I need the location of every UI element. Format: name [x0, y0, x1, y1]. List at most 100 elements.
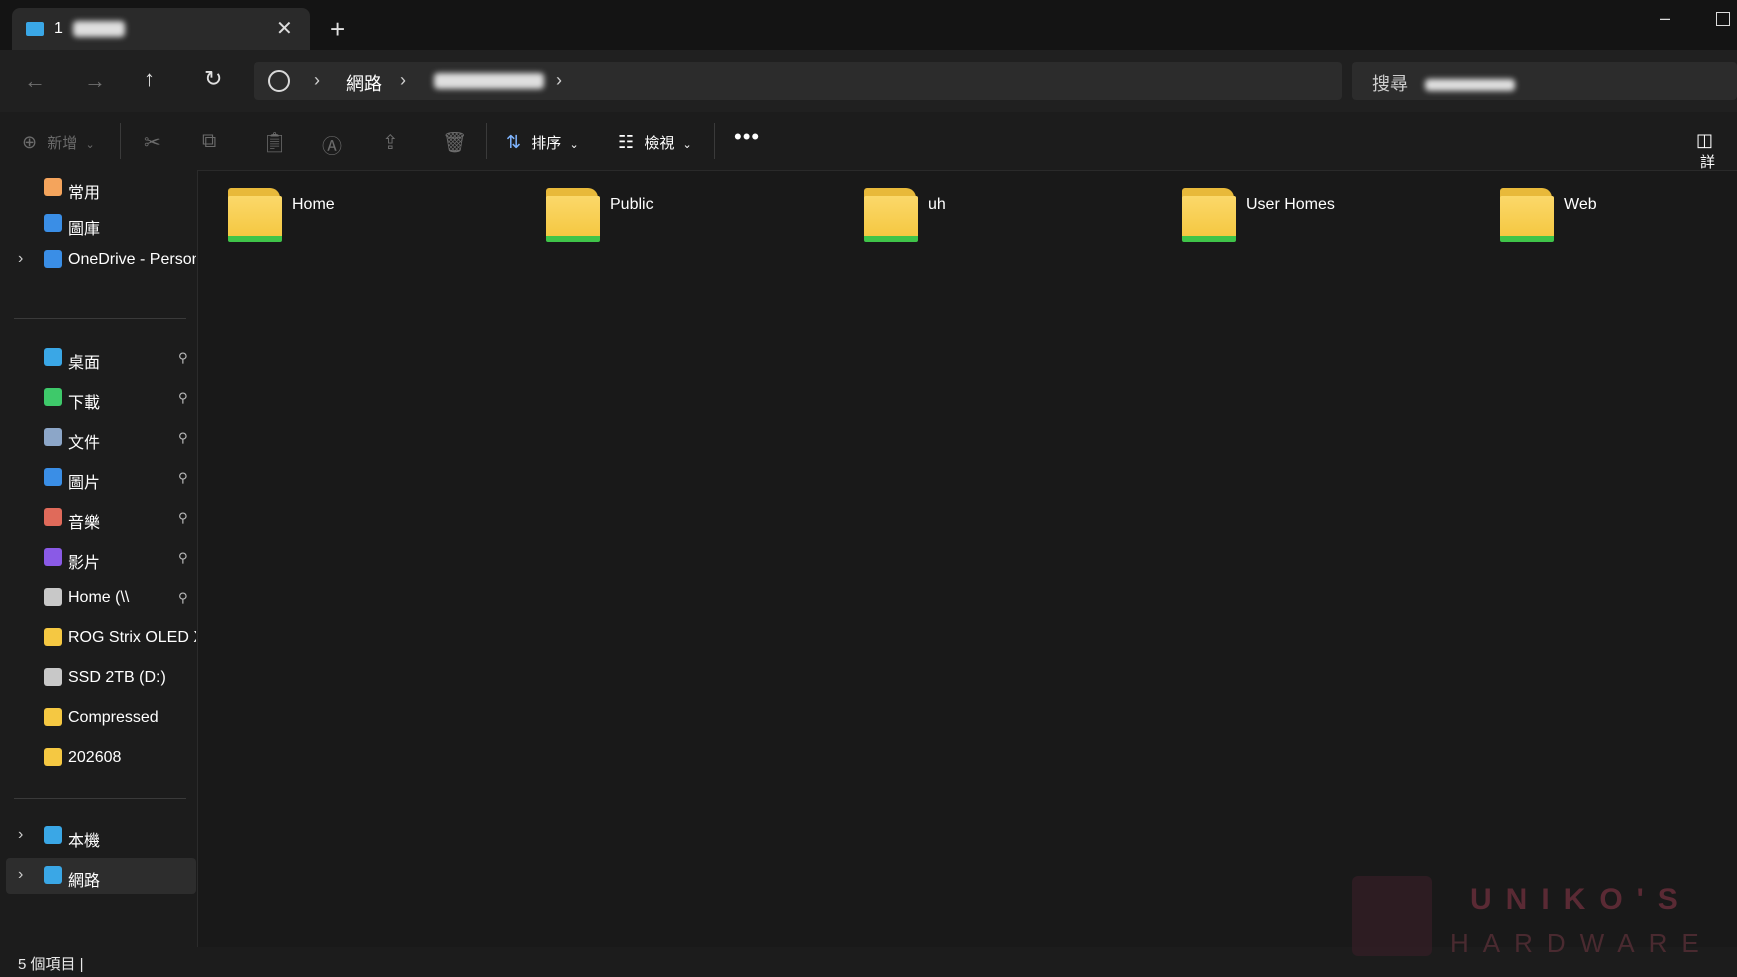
folder-item[interactable]: Web — [1500, 188, 1737, 248]
sidebar-item[interactable]: › 本機 — [0, 818, 197, 854]
sidebar-item[interactable]: 桌面 ⚲ — [0, 340, 197, 376]
sidebar-item-label: 本機 — [68, 833, 101, 850]
chevron-right-icon[interactable]: › — [556, 70, 562, 91]
chevron-down-icon: ⌄ — [682, 139, 692, 151]
minimize-button[interactable]: – — [1660, 8, 1670, 29]
sidebar-item-label: 下載 — [68, 395, 101, 412]
folder-name: User Homes — [1246, 196, 1335, 213]
network-icon — [44, 866, 62, 884]
chevron-right-icon[interactable]: › — [18, 250, 23, 268]
watermark-text: UNIKO'S — [1470, 883, 1692, 916]
divider — [14, 798, 186, 799]
paste-button[interactable]: 📋︎ — [262, 130, 287, 155]
pin-icon: ⚲ — [178, 590, 188, 605]
chevron-right-icon[interactable]: › — [400, 70, 406, 91]
rename-button[interactable]: Ⓐ — [322, 130, 342, 159]
refresh-button[interactable]: ↻ — [204, 66, 222, 92]
divider — [714, 123, 715, 159]
scissors-icon: ✂ — [144, 132, 161, 154]
up-button[interactable]: ↑ — [144, 66, 155, 92]
search-input[interactable]: 搜尋 — [1372, 70, 1516, 96]
watermark-logo — [1352, 876, 1432, 956]
plus-circle-icon: ⊕ — [22, 132, 38, 152]
sidebar-item[interactable]: › 網路 — [6, 858, 196, 894]
sidebar-item[interactable]: 常用 — [0, 170, 197, 206]
chevron-right-icon[interactable]: › — [314, 70, 320, 91]
item-count: 5 個項目 | — [18, 956, 84, 973]
sidebar-item-label: 圖庫 — [68, 221, 101, 238]
close-tab-button[interactable]: ✕ — [276, 16, 293, 41]
folder-icon — [44, 708, 62, 726]
sidebar-item[interactable]: Home (\\ ⚲ — [0, 580, 197, 616]
pin-icon: ⚲ — [178, 470, 188, 485]
this-pc-icon — [26, 22, 44, 36]
sidebar-item[interactable]: 下載 ⚲ — [0, 380, 197, 416]
sidebar-item[interactable]: 文件 ⚲ — [0, 420, 197, 456]
onedrive-icon — [44, 250, 62, 268]
sidebar-item[interactable]: 影片 ⚲ — [0, 540, 197, 576]
view-list-icon: ☷ — [618, 132, 635, 152]
drive-icon — [44, 668, 62, 686]
gallery-icon — [44, 214, 62, 232]
clipboard-icon: 📋︎ — [262, 132, 288, 154]
sidebar-item[interactable]: › OneDrive - Person — [0, 242, 197, 278]
divider — [14, 318, 186, 319]
chevron-down-icon: ⌄ — [569, 139, 579, 151]
sidebar-item-label: 202608 — [68, 749, 122, 766]
new-tab-button[interactable]: + — [330, 14, 345, 45]
chevron-right-icon[interactable]: › — [18, 826, 23, 844]
folder-item[interactable]: User Homes — [1182, 188, 1482, 248]
copy-button[interactable]: ⧉ — [202, 130, 216, 153]
breadcrumb-server[interactable] — [434, 72, 544, 90]
maximize-button[interactable] — [1716, 12, 1730, 26]
more-options-button[interactable]: ••• — [734, 124, 760, 150]
music-icon — [44, 508, 62, 526]
pin-icon: ⚲ — [178, 350, 188, 365]
forward-button[interactable]: → — [84, 68, 106, 94]
folder-name: Home — [292, 196, 335, 213]
folder-item[interactable]: uh — [864, 188, 1164, 248]
new-button[interactable]: ⊕ 新增 ⌄ — [22, 132, 95, 153]
folder-icon — [44, 748, 62, 766]
sort-label: 排序 — [531, 135, 562, 152]
this-pc-icon — [44, 826, 62, 844]
divider — [486, 123, 487, 159]
sidebar-item[interactable]: ROG Strix OLED X — [0, 620, 197, 656]
folder-name: uh — [928, 196, 946, 213]
sidebar-item-label: 影片 — [68, 555, 101, 572]
divider — [120, 123, 121, 159]
back-button[interactable]: ← — [24, 68, 46, 94]
sidebar-item-label: ROG Strix OLED X — [68, 629, 196, 646]
view-label: 檢視 — [644, 135, 675, 152]
sidebar-item[interactable]: 202608 — [0, 740, 197, 776]
sidebar-item-label: SSD 2TB (D:) — [68, 669, 166, 686]
sidebar-item[interactable]: Compressed — [0, 700, 197, 736]
folder-icon — [546, 196, 600, 242]
sidebar-item[interactable]: 圖庫 — [0, 206, 197, 242]
sidebar-item-label: 圖片 — [68, 475, 101, 492]
address-bar[interactable] — [254, 62, 1342, 100]
sidebar-item-label: Home (\\ — [68, 589, 130, 606]
sidebar-item[interactable]: SSD 2TB (D:) — [0, 660, 197, 696]
view-button[interactable]: ☷ 檢視 ⌄ — [618, 132, 692, 153]
breadcrumb-network[interactable]: 網路 — [346, 70, 382, 96]
trash-icon: 🗑︎ — [442, 132, 468, 154]
pin-icon: ⚲ — [178, 430, 188, 445]
download-icon — [44, 388, 62, 406]
cut-button[interactable]: ✂ — [144, 130, 161, 155]
sidebar-item-label: Compressed — [68, 709, 159, 726]
sidebar-item[interactable]: 音樂 ⚲ — [0, 500, 197, 536]
details-pane-button[interactable]: ◫ 詳 — [1696, 130, 1737, 172]
sidebar-item[interactable]: 圖片 ⚲ — [0, 460, 197, 496]
chevron-right-icon[interactable]: › — [18, 866, 23, 884]
delete-button[interactable]: 🗑︎ — [442, 130, 467, 155]
share-button[interactable]: ⇪ — [382, 130, 399, 155]
folder-item[interactable]: Public — [546, 188, 846, 248]
folder-item[interactable]: Home — [228, 188, 528, 248]
sidebar-item-label: 桌面 — [68, 355, 101, 372]
new-label: 新增 — [47, 135, 78, 152]
sort-button[interactable]: ⇅ 排序 ⌄ — [506, 132, 579, 153]
sidebar-item-label: 音樂 — [68, 515, 101, 532]
sidebar-item-label: 文件 — [68, 435, 101, 452]
sidebar-item-label: OneDrive - Person — [68, 251, 196, 268]
